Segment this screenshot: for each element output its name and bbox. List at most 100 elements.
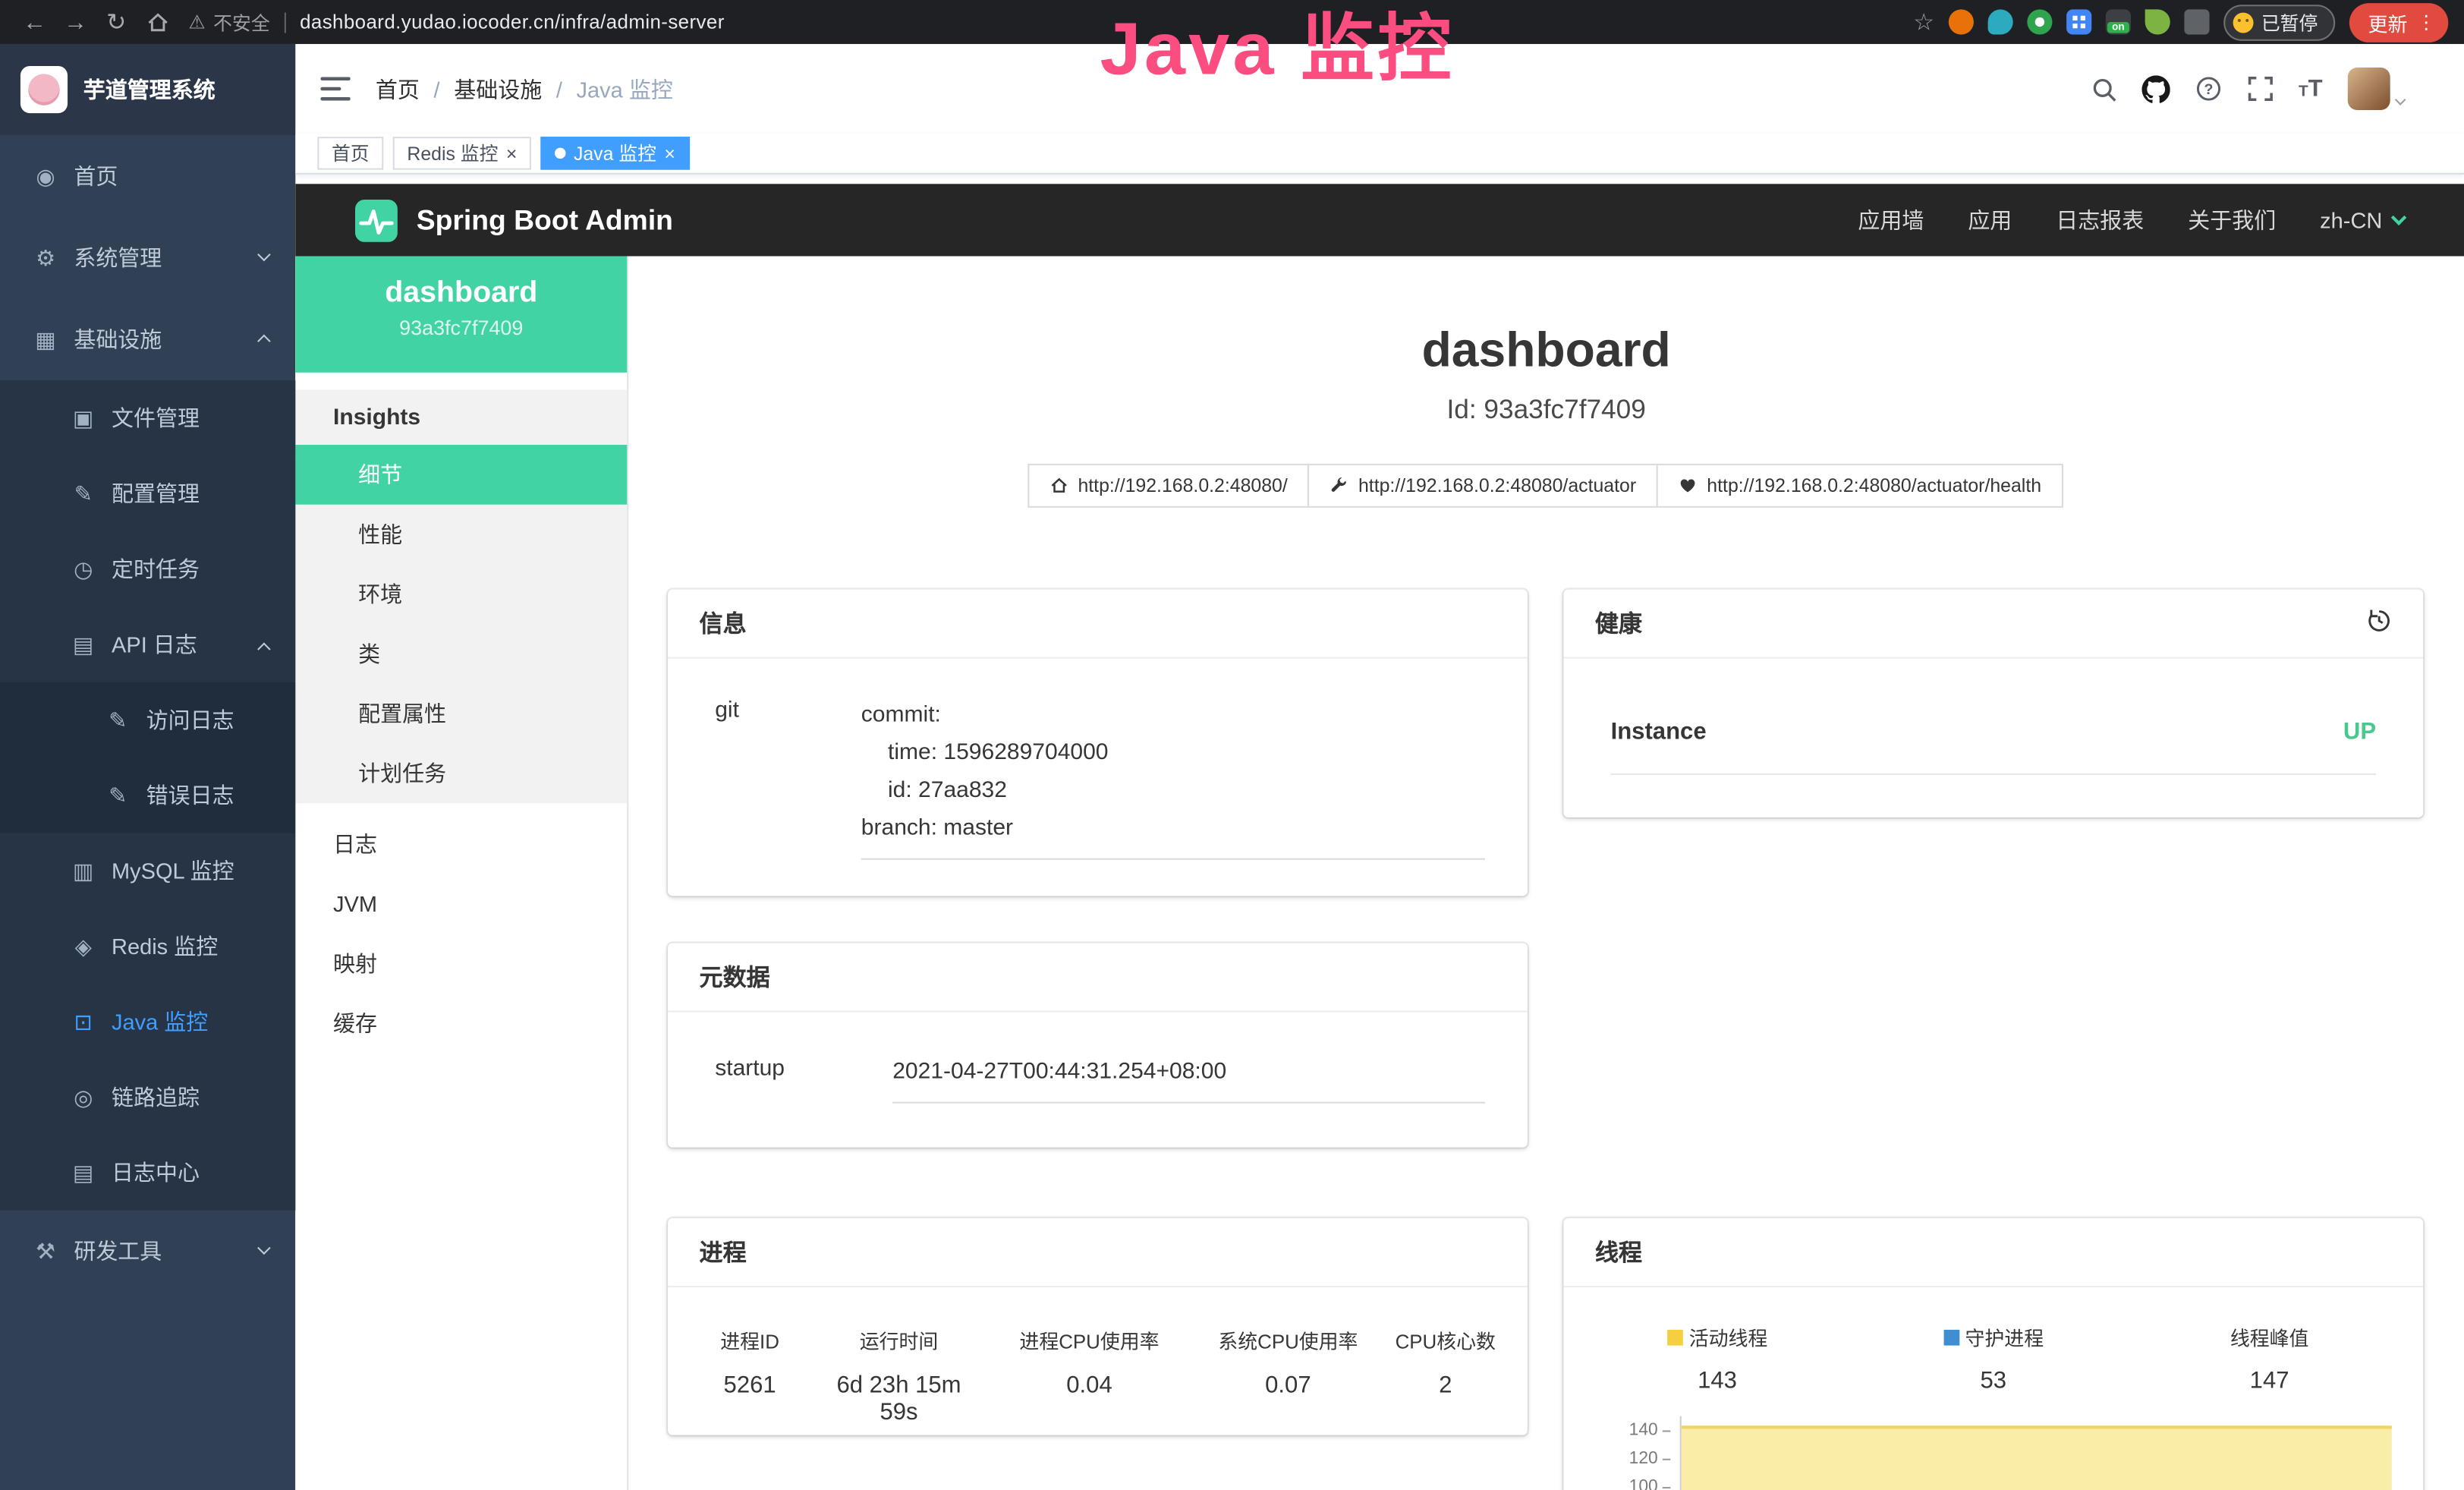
sidebar-item-file-manage[interactable]: ▣ 文件管理: [0, 380, 295, 455]
fullscreen-icon[interactable]: [2247, 75, 2274, 102]
sidebar-item-api-log[interactable]: ▤ API 日志: [0, 606, 295, 682]
tab-home[interactable]: 首页: [317, 137, 383, 169]
bookmark-star-icon[interactable]: ☆: [1913, 8, 1934, 36]
sidebar-item-dev-tools[interactable]: ⚒ 研发工具: [0, 1211, 295, 1293]
breadcrumb-home[interactable]: 首页: [376, 73, 420, 104]
breadcrumb-infrastructure[interactable]: 基础设施: [454, 73, 542, 104]
sba-brand[interactable]: Spring Boot Admin: [417, 203, 673, 236]
active-dot: [555, 148, 565, 159]
font-size-icon[interactable]: TT: [2299, 75, 2323, 102]
app-main: 首页 / 基础设施 / Java 监控 ?: [295, 44, 2464, 1490]
page-subtitle: Id: 93a3fc7f7409: [628, 395, 2464, 426]
file-icon: ▣: [69, 405, 97, 431]
info-key: git: [715, 696, 861, 859]
live-threads-value: 143: [1579, 1368, 1855, 1394]
update-button[interactable]: 更新 ⋮: [2349, 2, 2448, 42]
health-instance-row[interactable]: Instance UP: [1611, 718, 2376, 775]
address-bar[interactable]: ⚠ 不安全 dashboard.yudao.iocoder.cn/infra/a…: [188, 8, 724, 35]
extensions-puzzle-icon[interactable]: [2184, 9, 2209, 34]
health-card-header: 健康: [1563, 590, 2423, 659]
avatar[interactable]: [2348, 68, 2390, 110]
sba-item-mappings[interactable]: 映射: [295, 934, 627, 994]
actuator-url-button[interactable]: http://192.168.0.2:48080/actuator: [1308, 464, 1658, 508]
sidebar-item-log-center[interactable]: ▤ 日志中心: [0, 1135, 295, 1210]
forward-icon[interactable]: →: [57, 5, 95, 39]
chevron-down-icon: [257, 1241, 271, 1255]
extension-orange-icon[interactable]: [1949, 9, 1974, 34]
metadata-card-title: 元数据: [700, 960, 770, 993]
sidebar-item-java-monitor[interactable]: ⊡ Java 监控: [0, 984, 295, 1059]
sidebar-item-system[interactable]: ⚙ 系统管理: [0, 217, 295, 299]
hamburger-icon[interactable]: [320, 77, 350, 100]
service-url-button[interactable]: http://192.168.0.2:48080/: [1027, 464, 1310, 508]
tab-redis-monitor[interactable]: Redis 监控 ×: [393, 137, 531, 169]
eye-icon: ◎: [69, 1084, 97, 1110]
back-icon[interactable]: ←: [16, 5, 54, 39]
sidebar-item-home[interactable]: ◉ 首页: [0, 135, 295, 217]
paused-badge[interactable]: 已暂停: [2223, 4, 2335, 40]
on-badge: on: [2107, 22, 2129, 33]
edit-icon: ✎: [69, 480, 97, 507]
browser-menu-icon[interactable]: ⋮: [2417, 11, 2436, 33]
sidebar-item-redis-monitor[interactable]: ◈ Redis 监控: [0, 909, 295, 984]
user-menu[interactable]: [2348, 68, 2405, 110]
sba-item-metrics[interactable]: 性能: [295, 505, 627, 565]
extension-on-icon[interactable]: on: [2106, 9, 2131, 34]
sba-nav-about[interactable]: 关于我们: [2188, 204, 2276, 235]
sba-item-classes[interactable]: 类: [295, 624, 627, 684]
sba-nav-wallboard[interactable]: 应用墙: [1858, 204, 1924, 235]
close-icon[interactable]: ×: [664, 143, 675, 162]
process-header-row: 进程ID 运行时间 进程CPU使用率 系统CPU使用率 CPU核心数: [684, 1325, 1512, 1355]
legend-peak-threads: 线程峰值 147: [2132, 1322, 2408, 1394]
sidebar-item-mysql-monitor[interactable]: ▥ MySQL 监控: [0, 833, 295, 909]
health-url-button[interactable]: http://192.168.0.2:48080/actuator/health: [1657, 464, 2063, 508]
threads-legend: 活动线程 143 守护进程 53 线程峰值 14: [1579, 1322, 2407, 1394]
legend-swatch-blue: [1943, 1329, 1959, 1345]
column-header: CPU核心数: [1379, 1325, 1512, 1355]
sidebar-item-config-manage[interactable]: ✎ 配置管理: [0, 456, 295, 531]
redis-icon: ◈: [69, 933, 97, 959]
sidebar-item-trace[interactable]: ◎ 链路追踪: [0, 1060, 295, 1135]
extension-green-circle-icon[interactable]: [2027, 9, 2052, 34]
locale-select[interactable]: zh-CN: [2320, 207, 2404, 232]
extension-leaf-icon[interactable]: [2145, 9, 2170, 34]
instance-name: dashboard: [295, 276, 627, 311]
github-icon[interactable]: [2141, 74, 2170, 102]
tools-icon: ⚒: [31, 1238, 59, 1265]
history-icon[interactable]: [2367, 607, 2392, 638]
sba-nav-journal[interactable]: 日志报表: [2056, 204, 2144, 235]
search-icon[interactable]: [2091, 76, 2116, 101]
instance-label: Instance: [1611, 718, 1707, 745]
infrastructure-icon: ▦: [31, 326, 59, 353]
health-card-title: 健康: [1595, 606, 1642, 639]
sidebar-item-error-log[interactable]: ✎ 错误日志: [0, 758, 295, 833]
info-card-title: 信息: [700, 606, 747, 639]
sba-item-environment[interactable]: 环境: [295, 564, 627, 624]
sba-item-caches[interactable]: 缓存: [295, 994, 627, 1054]
sba-nav-applications[interactable]: 应用: [1968, 204, 2012, 235]
reload-icon[interactable]: ↻: [97, 5, 135, 39]
sidebar-item-infrastructure[interactable]: ▦ 基础设施: [0, 298, 295, 380]
tab-java-monitor[interactable]: Java 监控 ×: [540, 137, 689, 169]
sba-item-logfile[interactable]: 日志: [295, 814, 627, 874]
paused-label: 已暂停: [2261, 8, 2318, 35]
sba-nav: 应用墙 应用 日志报表 关于我们 zh-CN: [1858, 204, 2404, 235]
extension-grid-icon[interactable]: [2066, 9, 2091, 34]
app-logo-row[interactable]: 芋道管理系统: [0, 44, 295, 135]
browser-home-icon[interactable]: [138, 5, 176, 39]
sba-item-configprops[interactable]: 配置属性: [295, 684, 627, 744]
sidebar-item-access-log[interactable]: ✎ 访问日志: [0, 682, 295, 758]
viewport: ← → ↻ ⚠ 不安全 dashboard.yudao.iocoder.cn/i…: [0, 0, 2464, 1490]
help-icon[interactable]: ?: [2195, 75, 2221, 102]
column-header: 进程CPU使用率: [982, 1325, 1197, 1355]
sba-item-details[interactable]: 细节: [295, 445, 627, 505]
instance-header[interactable]: dashboard 93a3fc7f7409: [295, 257, 627, 373]
metadata-key: startup: [715, 1057, 892, 1104]
close-icon[interactable]: ×: [506, 143, 518, 162]
extension-drop-icon[interactable]: [1987, 9, 2012, 34]
sba-item-scheduled-tasks[interactable]: 计划任务: [295, 743, 627, 803]
spring-boot-admin-logo[interactable]: [355, 199, 398, 241]
process-id-value: 5261: [684, 1372, 817, 1425]
sba-item-jvm[interactable]: JVM: [295, 874, 627, 934]
sidebar-item-scheduled-jobs[interactable]: ◷ 定时任务: [0, 531, 295, 606]
